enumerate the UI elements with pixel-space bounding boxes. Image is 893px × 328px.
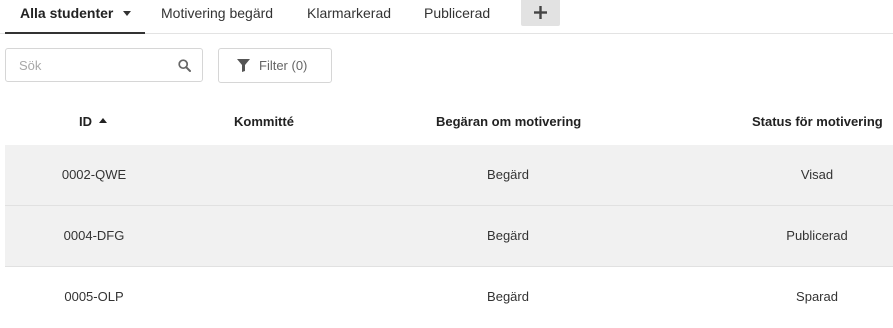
tab-label: Alla studenter <box>20 5 114 21</box>
column-header-begaran[interactable]: Begäran om motivering <box>436 112 581 132</box>
table-row[interactable]: 0004-DFG Begärd Publicerad <box>5 206 893 267</box>
cell-id: 0005-OLP <box>64 289 124 304</box>
funnel-icon <box>237 59 250 77</box>
table-row[interactable]: 0002-QWE Begärd Visad <box>5 145 893 206</box>
cell-id: 0002-QWE <box>61 167 127 182</box>
cell-begaran: Begärd <box>487 228 529 243</box>
column-header-label: Begäran om motivering <box>436 114 582 129</box>
filter-label: Filter (0) <box>259 58 308 73</box>
tab-klarmarkerad[interactable]: Klarmarkerad <box>307 0 391 33</box>
search-icon[interactable] <box>178 59 191 77</box>
table-row[interactable]: 0005-OLP Begärd Sparad <box>5 267 893 328</box>
filter-button[interactable]: Filter (0) <box>218 48 332 83</box>
tab-bar: Alla studenter Motivering begärd Klarmar… <box>0 0 893 34</box>
tab-publicerad[interactable]: Publicerad <box>424 0 490 33</box>
column-header-label: Status för motivering <box>752 114 883 129</box>
plus-icon <box>534 6 547 19</box>
add-tab-button[interactable] <box>521 0 560 26</box>
column-header-id[interactable]: ID <box>79 112 107 132</box>
tab-label: Klarmarkerad <box>307 5 392 21</box>
students-view: Alla studenter Motivering begärd Klarmar… <box>0 0 893 328</box>
sort-ascending-icon <box>99 118 107 124</box>
search-input[interactable] <box>6 49 174 81</box>
tab-label: Motivering begärd <box>161 5 274 21</box>
column-header-kommitte[interactable]: Kommitté <box>234 112 294 132</box>
cell-id: 0004-DFG <box>63 228 125 243</box>
tab-label: Publicerad <box>424 5 491 21</box>
cell-begaran: Begärd <box>487 289 529 304</box>
column-header-label: ID <box>79 114 92 129</box>
search-box <box>5 48 203 82</box>
tab-alla-studenter[interactable]: Alla studenter <box>4 0 146 34</box>
chevron-down-icon <box>123 10 132 16</box>
cell-status: Visad <box>800 167 834 182</box>
column-header-status[interactable]: Status för motivering <box>752 112 883 132</box>
cell-status: Sparad <box>796 289 838 304</box>
cell-begaran: Begärd <box>487 167 529 182</box>
column-header-label: Kommitté <box>234 114 294 129</box>
cell-status: Publicerad <box>786 228 848 243</box>
tab-motivering-begard[interactable]: Motivering begärd <box>161 0 273 33</box>
